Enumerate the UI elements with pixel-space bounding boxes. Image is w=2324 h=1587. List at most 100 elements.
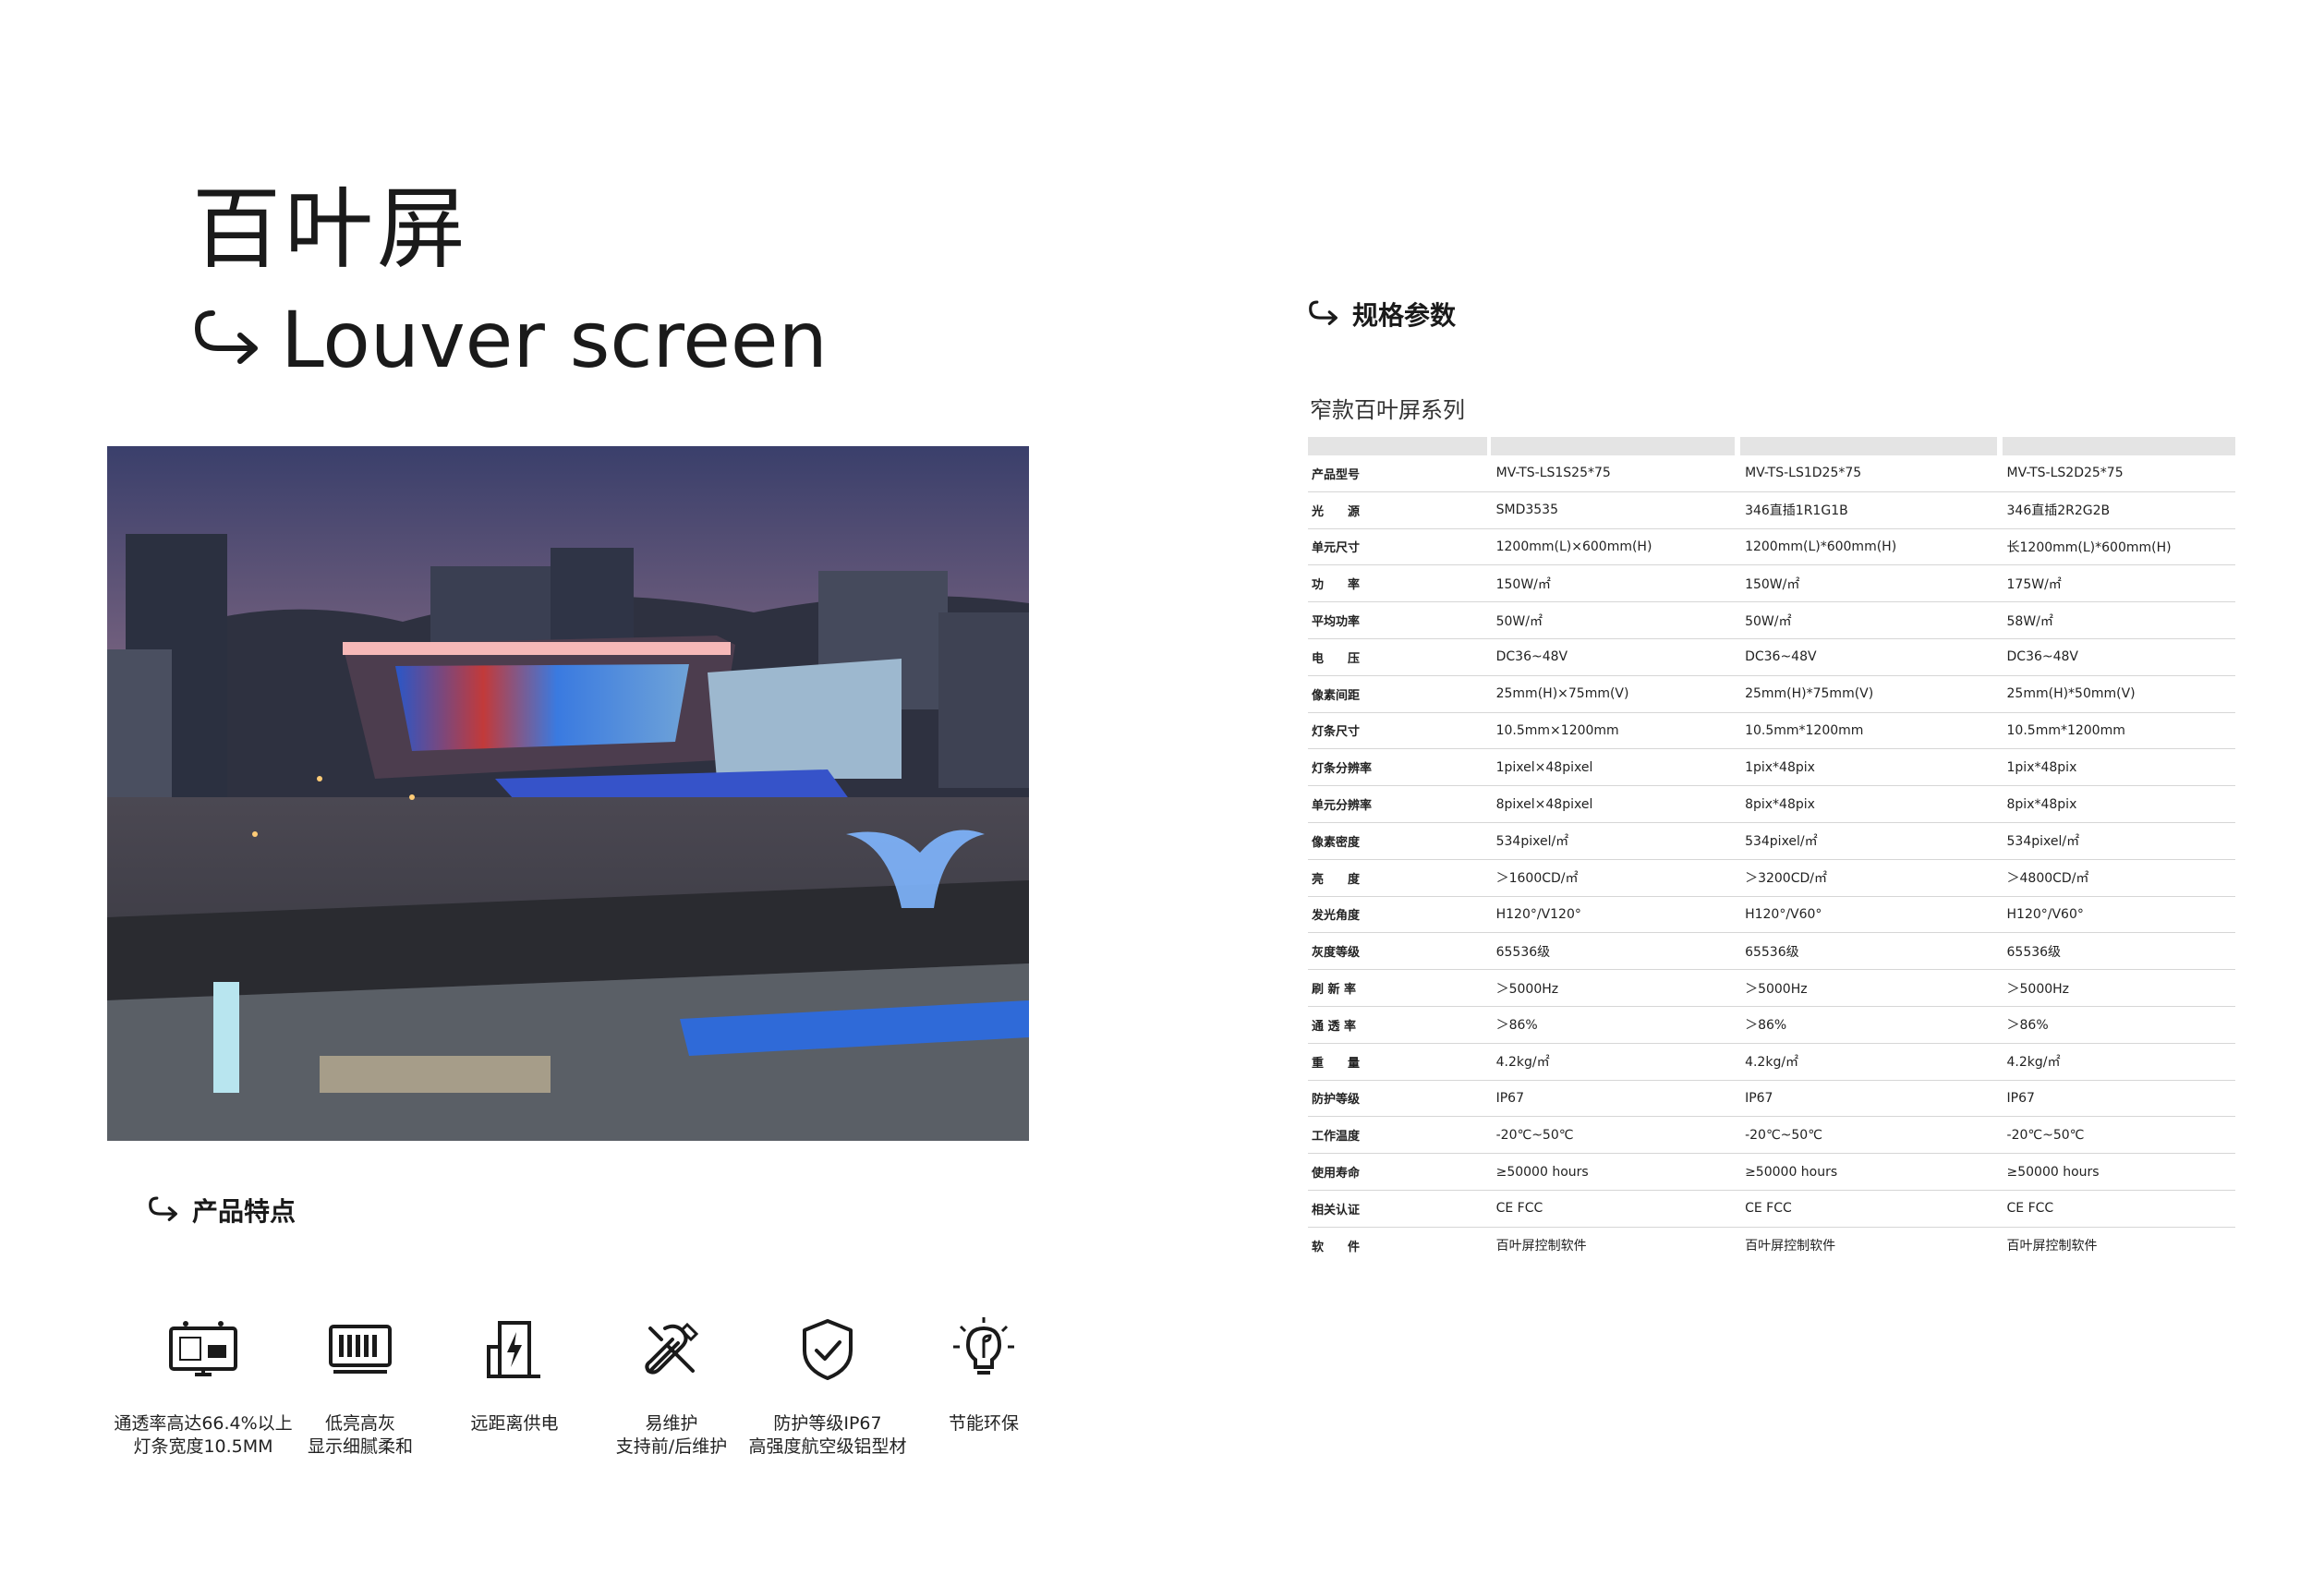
spec-value: ≥50000 hours [2006, 1164, 2100, 1180]
spec-row: 灯条分辨率 1pixel×48pixel 1pix*48pix 1pix*48pix [1308, 749, 2235, 787]
spec-value: ＞86% [1495, 1018, 1538, 1034]
spec-value: MV-TS-LS1D25*75 [1745, 466, 1862, 481]
spec-value: 346直插2R2G2B [2006, 503, 2111, 519]
spec-value: 8pix*48pix [1745, 796, 1815, 812]
spec-row: 发光角度 H120°/V120° H120°/V60° H120°/V60° [1308, 897, 2235, 934]
spec-label: 像素密度 [1312, 835, 1361, 850]
spec-label: 发光角度 [1312, 909, 1361, 924]
spec-label: 光 源 [1312, 504, 1361, 519]
spec-value: 百叶屏控制软件 [1745, 1239, 1836, 1254]
feature-line: 节能环保 [948, 1413, 1019, 1434]
features-heading-text: 产品特点 [192, 1196, 297, 1227]
spec-label: 灯条尺寸 [1312, 725, 1361, 740]
spec-value: CE FCC [2006, 1201, 2054, 1217]
spec-value: 8pixel×48pixel [1495, 796, 1593, 812]
spec-value: 25mm(H)*75mm(V) [1745, 686, 1874, 702]
spec-label: 相关认证 [1312, 1203, 1361, 1218]
eco-bulb-icon [953, 1317, 1014, 1375]
spec-row: 像素间距 25mm(H)×75mm(V) 25mm(H)*75mm(V) 25mm(H… [1308, 676, 2235, 713]
tools-icon [645, 1322, 699, 1375]
spec-label: 功 率 [1312, 578, 1361, 593]
remote-power-icon [487, 1321, 540, 1378]
spec-value: IP67 [2006, 1090, 2035, 1106]
spec-label: 使用寿命 [1312, 1167, 1361, 1181]
spec-value: ＞3200CD/㎡ [1745, 871, 1827, 887]
spec-value: 150W/㎡ [1495, 576, 1551, 592]
spec-value: DC36~48V [1745, 649, 1817, 665]
spec-label: 电 压 [1312, 651, 1361, 666]
spec-value: 4.2kg/㎡ [2006, 1055, 2061, 1071]
page-title-en: Louver screen [281, 295, 828, 385]
header-bar [2003, 437, 2235, 455]
curved-arrow-icon [194, 310, 258, 364]
spec-value: 534pixel/㎡ [1495, 834, 1569, 850]
features-heading: 产品特点 [148, 1192, 296, 1229]
spec-label: 像素间距 [1312, 688, 1361, 703]
spec-row: 产品型号 MV-TS-LS1S25*75 MV-TS-LS1D25*75 MV-TS-… [1308, 455, 2235, 492]
spec-value: 10.5mm*1200mm [1745, 722, 1864, 738]
spec-value: -20℃~50℃ [1495, 1127, 1574, 1143]
header-bar [1308, 437, 1487, 455]
spec-value: ＞5000Hz [1745, 981, 1808, 997]
spec-value: 长1200mm(L)*600mm(H) [2006, 539, 2172, 555]
spec-value: 8pix*48pix [2006, 796, 2077, 812]
spec-value: ≥50000 hours [1745, 1164, 1838, 1180]
spec-row: 灯条尺寸 10.5mm×1200mm 10.5mm*1200mm 10.5mm*120… [1308, 713, 2235, 750]
spec-value: 65536级 [1495, 944, 1551, 960]
spec-value: 4.2kg/㎡ [1745, 1055, 1799, 1071]
spec-value: 58W/㎡ [2006, 613, 2053, 629]
spec-value: ＞86% [1745, 1018, 1787, 1034]
spec-value: MV-TS-LS1S25*75 [1495, 466, 1611, 481]
spec-value: 175W/㎡ [2006, 576, 2062, 592]
spec-label: 亮 度 [1312, 872, 1361, 887]
spec-value: 534pixel/㎡ [1745, 834, 1818, 850]
feature-label: 节能环保 [882, 1412, 1085, 1436]
spec-row: 单元尺寸 1200mm(L)×600mm(H) 1200mm(L)*600mm(H)… [1308, 529, 2235, 566]
spec-label: 灯条分辨率 [1312, 762, 1373, 777]
spec-value: 百叶屏控制软件 [2006, 1239, 2098, 1254]
spec-label: 灰度等级 [1312, 946, 1361, 961]
spec-value: 25mm(H)×75mm(V) [1495, 686, 1629, 702]
spec-value: 534pixel/㎡ [2006, 834, 2080, 850]
spec-value: 150W/㎡ [1745, 576, 1800, 592]
spec-row: 使用寿命 ≥50000 hours ≥50000 hours ≥50000 hours [1308, 1154, 2235, 1191]
spec-label: 重 量 [1312, 1056, 1361, 1071]
spec-value: 1200mm(L)×600mm(H) [1495, 539, 1652, 554]
page-title-cn: 百叶屏 [192, 177, 469, 281]
spec-row: 光 源 SMD3535 346直插1R1G1B 346直插2R2G2B [1308, 492, 2235, 529]
spec-value: 65536级 [2006, 944, 2062, 960]
spec-value: DC36~48V [2006, 649, 2079, 665]
spec-value: SMD3535 [1495, 503, 1558, 518]
spec-value: H120°/V120° [1495, 906, 1581, 922]
spec-value: 4.2kg/㎡ [1495, 1055, 1550, 1071]
spec-table: 产品型号 MV-TS-LS1S25*75 MV-TS-LS1D25*75 MV-TS-… [1308, 437, 2235, 1264]
spec-value: ＞4800CD/㎡ [2006, 871, 2089, 887]
spec-value: ≥50000 hours [1495, 1164, 1589, 1180]
spec-value: -20℃~50℃ [1745, 1127, 1822, 1143]
spec-label: 单元分辨率 [1312, 799, 1373, 814]
curved-arrow-icon [149, 1196, 177, 1221]
spec-value: CE FCC [1745, 1201, 1792, 1217]
spec-value: ＞1600CD/㎡ [1495, 871, 1579, 887]
spec-value: -20℃~50℃ [2006, 1127, 2085, 1143]
shield-check-icon [803, 1319, 853, 1380]
spec-value: 1pix*48pix [2006, 759, 2077, 775]
spec-value: ＞5000Hz [2006, 981, 2070, 997]
spec-row: 软 件 百叶屏控制软件 百叶屏控制软件 百叶屏控制软件 [1308, 1228, 2235, 1264]
spec-row: 防护等级 IP67 IP67 IP67 [1308, 1081, 2235, 1118]
spec-value: 65536级 [1745, 944, 1799, 960]
night-plaza-illustration [107, 446, 1029, 1141]
spec-value: DC36~48V [1495, 649, 1568, 665]
spec-row: 相关认证 CE FCC CE FCC CE FCC [1308, 1191, 2235, 1228]
spec-value: ＞86% [2006, 1018, 2049, 1034]
spec-row: 像素密度 534pixel/㎡ 534pixel/㎡ 534pixel/㎡ [1308, 823, 2235, 860]
spec-label: 刷 新 率 [1312, 983, 1357, 998]
feature-line: 显示细腻柔和 [307, 1436, 413, 1457]
spec-value: 50W/㎡ [1495, 613, 1543, 629]
spec-row: 刷 新 率 ＞5000Hz ＞5000Hz ＞5000Hz [1308, 970, 2235, 1007]
spec-heading: 规格参数 [1308, 296, 1456, 333]
spec-row: 灰度等级 65536级 65536级 65536级 [1308, 933, 2235, 971]
spec-row: 通 透 率 ＞86% ＞86% ＞86% [1308, 1007, 2235, 1044]
spec-row: 工作温度 -20℃~50℃ -20℃~50℃ -20℃~50℃ [1308, 1117, 2235, 1155]
spec-value: H120°/V60° [1745, 906, 1822, 922]
